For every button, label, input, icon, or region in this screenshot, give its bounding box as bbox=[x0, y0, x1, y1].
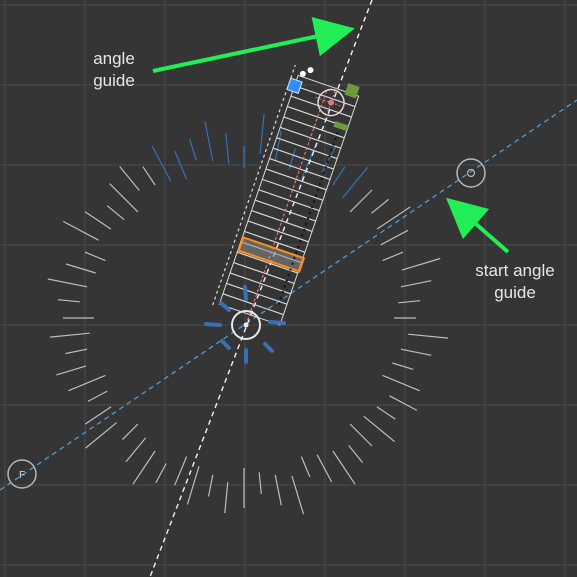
object-segment bbox=[279, 116, 345, 149]
radial-tick bbox=[207, 474, 214, 497]
object-segment bbox=[225, 272, 292, 305]
radial-tick bbox=[57, 299, 80, 303]
radial-tick bbox=[189, 138, 197, 161]
radial-tick bbox=[274, 130, 282, 162]
object-left-border bbox=[212, 64, 296, 306]
radial-tick bbox=[300, 456, 311, 478]
radial-tick bbox=[341, 166, 369, 199]
radial-tick bbox=[382, 251, 404, 262]
radial-tick bbox=[65, 348, 88, 355]
radial-tick bbox=[204, 121, 214, 162]
radial-tick bbox=[84, 251, 106, 262]
start-marker-letter: F bbox=[19, 470, 25, 481]
blue-handle[interactable] bbox=[286, 77, 303, 95]
radial-tick bbox=[408, 333, 449, 339]
angle-guide-label: angle guide bbox=[93, 49, 135, 90]
radial-tick bbox=[225, 132, 230, 164]
radial-tick bbox=[224, 482, 229, 514]
radial-tick bbox=[47, 278, 88, 288]
start-marker-icon[interactable]: F bbox=[7, 459, 37, 489]
radial-tick bbox=[68, 374, 106, 392]
radial-tick bbox=[259, 113, 265, 154]
angle-guide-arrow bbox=[152, 17, 355, 73]
radial-tick bbox=[349, 189, 373, 213]
selected-segment[interactable] bbox=[237, 236, 306, 273]
start-angle-guide-label: start angle guide bbox=[475, 261, 555, 302]
object-center-line bbox=[245, 88, 328, 326]
radial-tick bbox=[380, 229, 409, 246]
radial-tick bbox=[258, 472, 262, 495]
top-dot-pair bbox=[299, 67, 314, 77]
radial-tick bbox=[316, 454, 333, 483]
radial-tick bbox=[398, 300, 421, 304]
radial-tick bbox=[119, 166, 140, 191]
radial-tick bbox=[376, 406, 396, 420]
radial-tick bbox=[371, 198, 389, 214]
radial-tick bbox=[392, 362, 414, 370]
radial-tick bbox=[65, 263, 96, 274]
radial-tick bbox=[348, 445, 364, 463]
radial-tick bbox=[401, 257, 441, 271]
radial-tick bbox=[382, 374, 420, 392]
radial-tick bbox=[349, 423, 373, 447]
radial-tick bbox=[142, 166, 156, 186]
radial-tick bbox=[62, 220, 99, 241]
green-handle-mid[interactable] bbox=[333, 120, 349, 132]
radial-tick bbox=[84, 211, 112, 230]
radial-tick bbox=[106, 205, 125, 221]
object-dotted-axis bbox=[277, 129, 340, 305]
radial-tick bbox=[132, 450, 156, 485]
radial-tick bbox=[332, 450, 356, 485]
radial-tick bbox=[84, 406, 112, 425]
radial-tick bbox=[363, 415, 396, 443]
radial-tick bbox=[125, 437, 147, 463]
radial-tick bbox=[332, 166, 346, 186]
start-angle-handle-icon[interactable] bbox=[456, 158, 486, 188]
rotated-object[interactable] bbox=[210, 62, 363, 336]
radial-tick bbox=[291, 475, 305, 515]
radial-tick bbox=[121, 423, 139, 441]
3d-viewport[interactable]: F angle guide start angle guide bbox=[0, 0, 577, 577]
radial-tick bbox=[389, 395, 418, 411]
radial-tick bbox=[151, 145, 172, 182]
radial-tick bbox=[49, 332, 90, 338]
radial-tick bbox=[87, 390, 108, 402]
radial-tick bbox=[85, 422, 117, 449]
radial-tick bbox=[109, 183, 139, 213]
radial-tick bbox=[56, 365, 87, 376]
radial-tick bbox=[274, 474, 282, 506]
radial-tick bbox=[174, 456, 188, 486]
